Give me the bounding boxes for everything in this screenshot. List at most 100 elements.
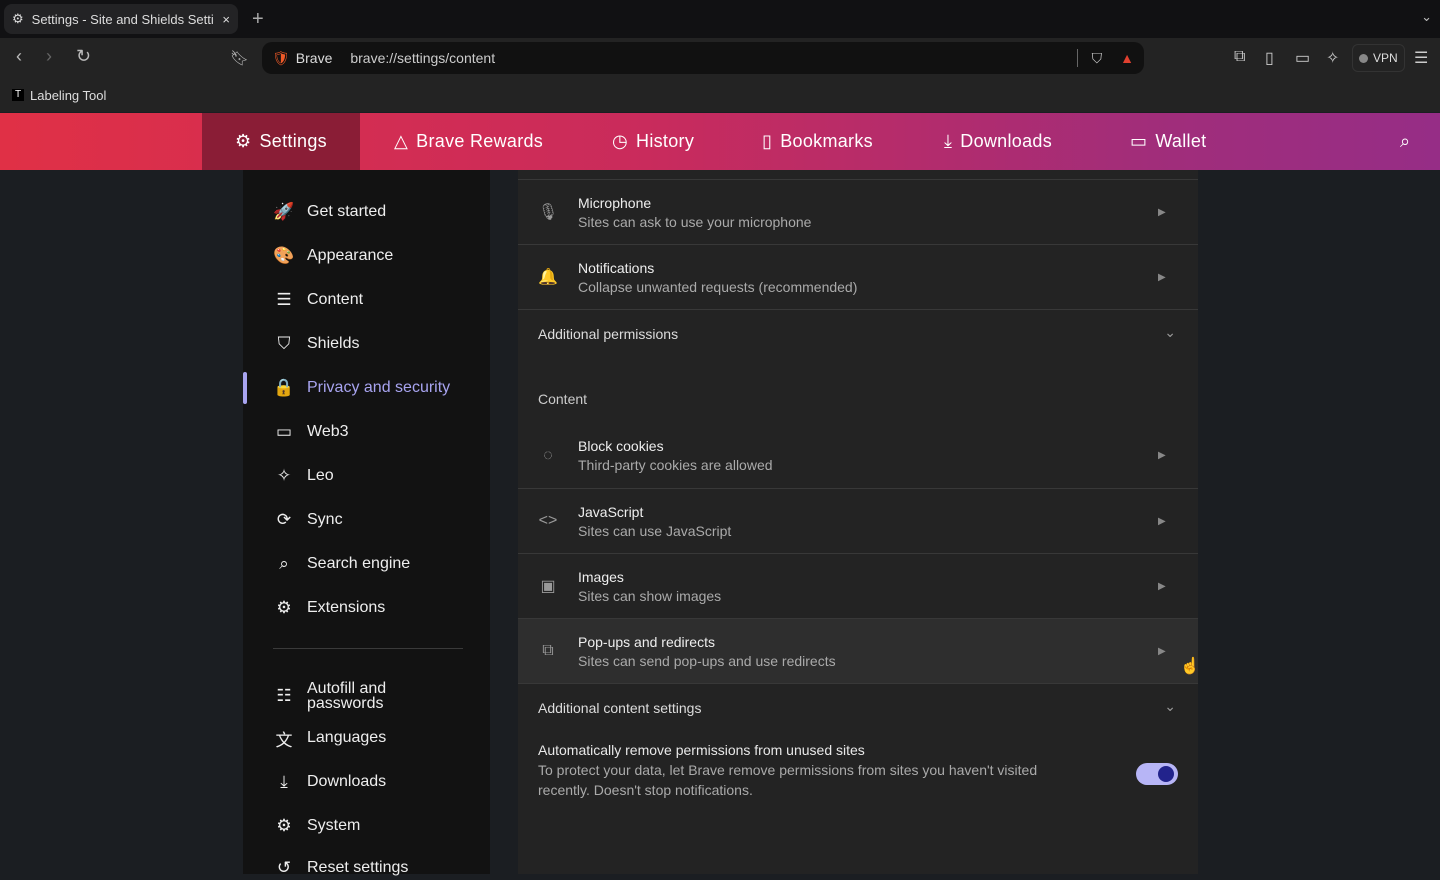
toolbar: ‹ › ↻ 🔖︎ 🛡︎ Brave brave://settings/conte… (0, 38, 1440, 78)
auto-remove-toggle[interactable] (1136, 763, 1178, 785)
extensions-icon[interactable]: ⧉ (1234, 48, 1245, 66)
arrow-right-icon: ▶ (1158, 580, 1166, 592)
sidebar-item-autofill[interactable]: ☷ Autofill and passwords (273, 678, 437, 714)
wallet-icon: ▭ (275, 422, 293, 441)
setting-row-microphone[interactable]: 🎙 Microphone Sites can ask to use your mic… (518, 179, 1198, 244)
puzzle-icon: ⚙ (276, 598, 292, 617)
sidebar-item-appearance[interactable]: 🎨 Appearance (273, 244, 393, 268)
sidebar-item-search-engine[interactable]: ⌕ Search engine (273, 552, 410, 576)
sidebar-item-get-started[interactable]: 🚀 Get started (273, 200, 386, 224)
setting-row-popups[interactable]: ⧉ Pop-ups and redirects Sites can send pop… (518, 618, 1198, 683)
sidebar-label: Downloads (307, 773, 387, 790)
arrow-right-icon: ▶ (1158, 206, 1166, 218)
row-title: Microphone (578, 194, 652, 211)
search-settings-button[interactable]: ⌕ (1400, 113, 1410, 170)
sidebar-item-downloads[interactable]: ⤓ Downloads (273, 770, 386, 794)
vpn-button[interactable]: VPN (1352, 44, 1405, 72)
settings-header: ⚙ Settings △ Brave Rewards ◷ History ▯ Bookm… (0, 113, 1440, 170)
arrow-right-icon: ▶ (1158, 450, 1166, 461)
setting-row-javascript[interactable]: <> JavaScript Sites can use JavaScript ▶ (518, 488, 1198, 553)
wallet-icon[interactable]: ▭ (1295, 48, 1310, 68)
tab-title: Settings - Site and Shields Settings (31, 11, 215, 27)
history-icon: ◷ (612, 131, 629, 151)
microphone-icon: 🎙 (537, 204, 559, 221)
bookmarks-bar: T Labeling Tool (0, 78, 1440, 112)
row-desc: Sites can use JavaScript (578, 522, 732, 539)
vpn-label: VPN (1373, 51, 1398, 65)
additional-permissions-toggle[interactable]: Additional permissions ⌄ (518, 309, 1198, 359)
download-icon: ⤓ (944, 131, 953, 151)
row-desc: Collapse unwanted requests (recommended) (578, 278, 858, 295)
row-desc: Sites can send pop-ups and use redirects (578, 652, 836, 669)
sidebar-label: Search engine (307, 555, 411, 572)
cookie-icon: ◌ (543, 446, 553, 464)
sidebar-label: Sync (307, 511, 343, 528)
setting-row-cookies[interactable]: ◌ Block cookies Third-party cookies are al… (518, 423, 1198, 488)
sidebar-label: Shields (307, 335, 360, 352)
chevron-down-icon: ⌄ (1164, 324, 1176, 340)
reload-button[interactable]: ↻ (76, 46, 91, 67)
sidebar-item-system[interactable]: ⚙ System (273, 814, 360, 838)
bookmark-icon[interactable]: 🔖︎ (230, 49, 249, 67)
header-settings[interactable]: ⚙ Settings (202, 113, 360, 170)
arrow-right-icon: ▶ (1158, 271, 1166, 283)
tab-search-button[interactable]: ⌄ (1421, 9, 1432, 25)
menu-icon[interactable]: ☰ (1414, 48, 1428, 68)
section-label: Additional permissions (538, 326, 679, 342)
auto-remove-desc: To protect your data, let Brave remove p… (538, 762, 1038, 798)
address-bar[interactable]: 🛡︎ Brave brave://settings/content ⛉ ▲ (262, 42, 1144, 74)
header-label: Brave Rewards (416, 131, 544, 151)
sidebar-item-content[interactable]: ☰ Content (273, 288, 363, 312)
additional-content-settings-toggle[interactable]: Additional content settings ⌄ (518, 683, 1198, 733)
sidebar-label: System (307, 817, 361, 834)
auto-remove-title: Automatically remove permissions from un… (538, 742, 865, 758)
header-wallet[interactable]: ▭ Wallet (1130, 113, 1206, 170)
search-icon: ⌕ (1400, 131, 1411, 151)
header-brave-rewards[interactable]: △ Brave Rewards (394, 113, 543, 170)
sidebar-label: Languages (307, 729, 387, 746)
sidebar-label: Content (307, 291, 364, 308)
content-heading: Content (538, 391, 588, 407)
header-bookmarks[interactable]: ▯ Bookmarks (762, 113, 873, 170)
sidebar-item-extensions[interactable]: ⚙ Extensions (273, 596, 385, 620)
leo-icon: ✧ (276, 466, 292, 485)
reset-icon: ↺ (276, 858, 292, 877)
list-icon: ☷ (276, 686, 292, 705)
sidebar-item-leo[interactable]: ✧ Leo (273, 464, 334, 488)
sidebar-icon[interactable]: ▯ (1265, 48, 1274, 68)
header-history[interactable]: ◷ History (612, 113, 694, 170)
auto-remove-permissions: Automatically remove permissions from un… (538, 742, 1078, 800)
close-tab-button[interactable]: × (222, 12, 230, 27)
tab-settings[interactable]: ⚙ Settings - Site and Shields Settings × (4, 4, 238, 34)
bookmarks-icon: ▯ (762, 131, 773, 151)
sidebar-item-web3[interactable]: ▭ Web3 (273, 420, 349, 444)
hand-cursor-icon: ☝ (1180, 658, 1200, 675)
section-label: Additional content settings (538, 700, 702, 716)
rewards-icon[interactable]: ▲ (1120, 50, 1134, 66)
header-label: Downloads (960, 131, 1053, 151)
sidebar-item-reset[interactable]: ↺ Reset settings (273, 856, 409, 880)
sidebar-item-shields[interactable]: ⛉ Shields (273, 332, 360, 356)
setting-row-images[interactable]: ▣ Images Sites can show images ▶ (518, 553, 1198, 618)
header-label: Bookmarks (780, 131, 873, 151)
forward-button[interactable]: › (46, 46, 52, 67)
translate-icon: 文 (275, 730, 293, 750)
divider (1076, 49, 1078, 67)
shields-icon[interactable]: ⛉ (1092, 50, 1103, 67)
chevron-down-icon: ⌄ (1164, 698, 1176, 714)
arrow-right-icon: ▶ (1158, 515, 1166, 527)
url-text[interactable]: brave://settings/content (350, 50, 1076, 66)
new-tab-button[interactable]: + (252, 8, 264, 31)
tab-strip: ⚙ Settings - Site and Shields Settings ×… (0, 0, 1440, 38)
sidebar-item-languages[interactable]: 文 Languages (273, 726, 387, 750)
sidebar-item-privacy[interactable]: 🔒 Privacy and security (273, 376, 450, 400)
sidebar-item-sync[interactable]: ⟳ Sync (273, 508, 343, 532)
back-button[interactable]: ‹ (16, 46, 22, 67)
image-icon: ▣ (540, 578, 556, 595)
header-downloads[interactable]: ⤓ Downloads (944, 113, 1052, 170)
leo-icon[interactable]: ✧ (1326, 48, 1339, 68)
popup-icon: ⧉ (542, 642, 554, 659)
palette-icon: 🎨 (273, 246, 295, 265)
bookmark-labeling-tool[interactable]: Labeling Tool (30, 88, 106, 103)
setting-row-notifications[interactable]: 🔔 Notifications Collapse unwanted requests… (518, 244, 1198, 309)
